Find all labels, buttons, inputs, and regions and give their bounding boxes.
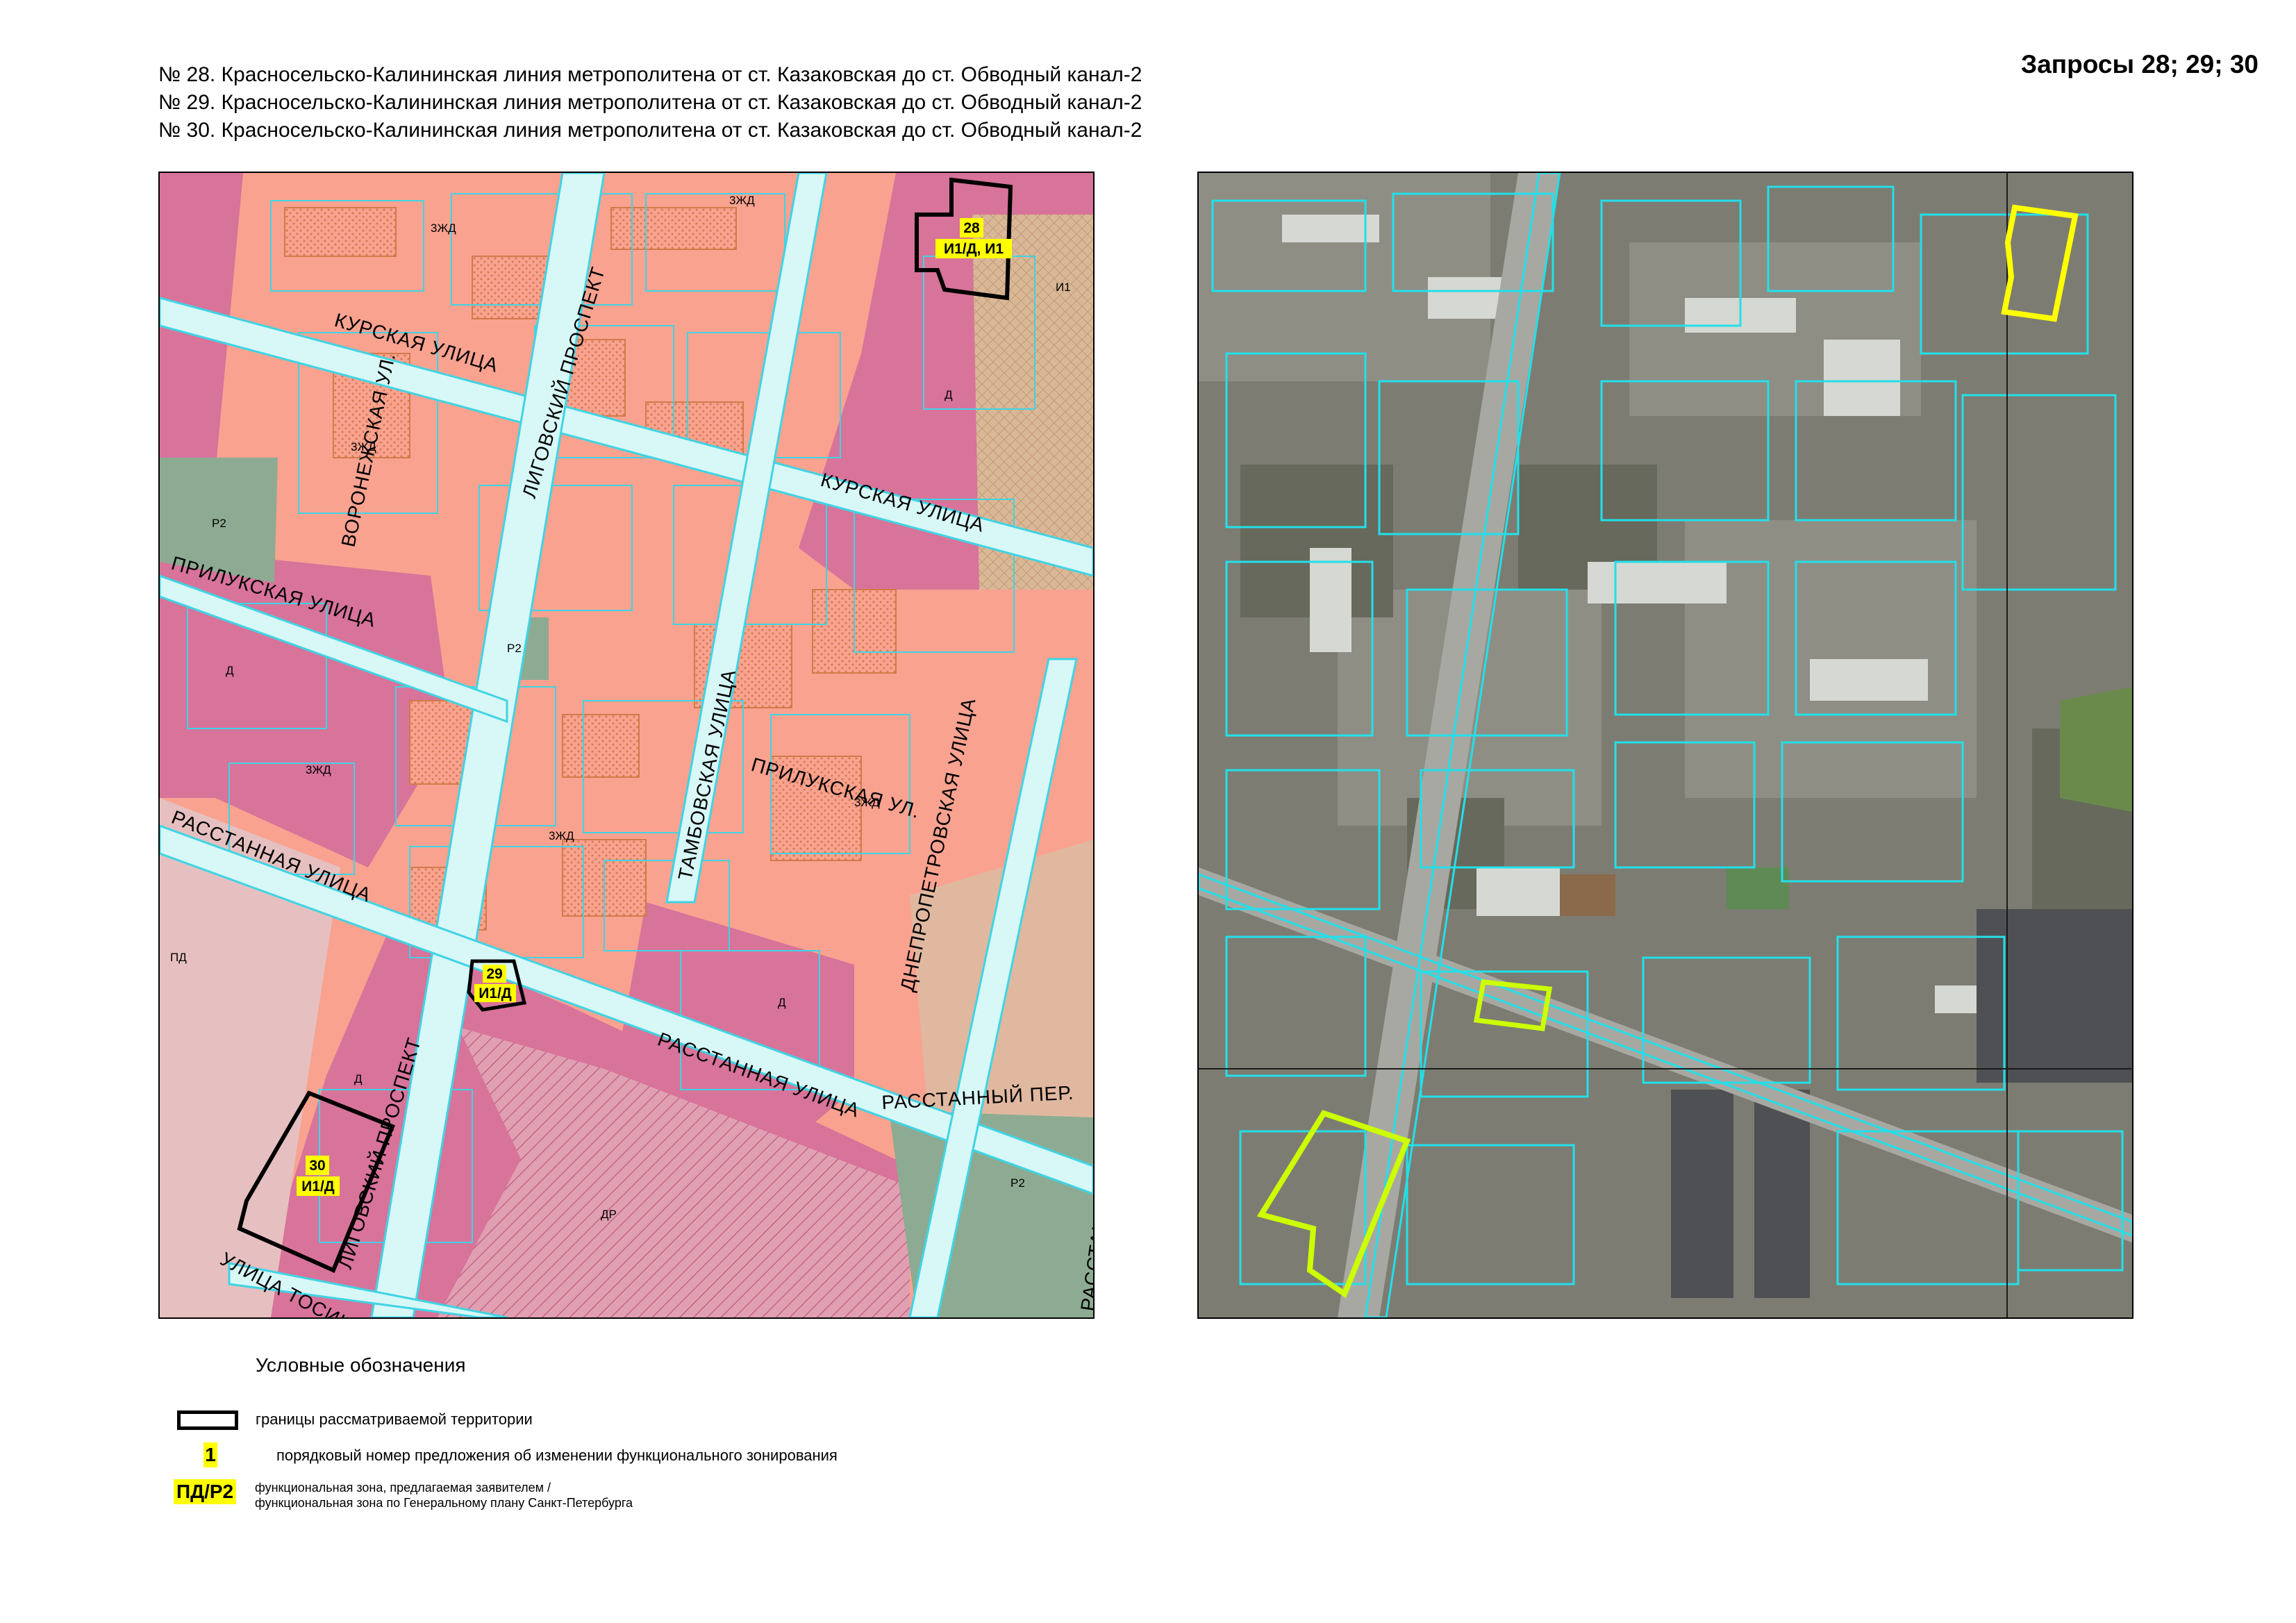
- zone-label-zzhd: 3ЖД: [854, 796, 880, 809]
- zone-label-zzhd: 3ЖД: [306, 763, 331, 776]
- svg-text:И1/Д: И1/Д: [301, 1179, 335, 1195]
- aerial-map[interactable]: [1197, 172, 2133, 1319]
- legend-zone-label-1: функциональная зона, предлагаемая заявит…: [255, 1481, 551, 1495]
- zone-label-r2: Р2: [1010, 1176, 1025, 1190]
- zone-label-d: Д: [945, 388, 953, 401]
- svg-text:И1/Д, И1: И1/Д, И1: [944, 241, 1004, 257]
- legend-boundary-swatch: [177, 1410, 238, 1430]
- zone-label-d: Д: [226, 664, 234, 677]
- svg-text:И1/Д: И1/Д: [479, 985, 512, 1001]
- zone-label-pd: ПД: [170, 951, 187, 964]
- legend-number-swatch: 1: [203, 1442, 217, 1467]
- legend-zone-swatch: ПД/Р2: [174, 1479, 237, 1504]
- legend-row-number: 1 порядковый номер предложения об измене…: [174, 1441, 1076, 1469]
- zoning-map[interactable]: КУРСКАЯ УЛИЦА КУРСКАЯ УЛИЦА ЛИГОВСКИЙ ПР…: [158, 172, 1095, 1319]
- legend-row-boundary: границы рассматриваемой территории: [174, 1406, 1076, 1434]
- svg-text:30: 30: [309, 1158, 325, 1174]
- svg-text:28: 28: [963, 220, 980, 236]
- zone-label-zzhd: 3ЖД: [431, 222, 456, 235]
- legend-title: Условные обозначения: [256, 1354, 466, 1376]
- legend-zone-label-2: функциональная зона по Генеральному план…: [255, 1496, 633, 1510]
- header-line-28: № 28. Красносельско-Калининская линия ме…: [158, 63, 1142, 86]
- zone-label-d: Д: [354, 1072, 363, 1085]
- header-line-29: № 29. Красносельско-Калининская линия ме…: [158, 91, 1142, 114]
- svg-text:29: 29: [486, 966, 502, 982]
- legend-boundary-label: границы рассматриваемой территории: [256, 1410, 533, 1428]
- zone-label-d: Д: [778, 996, 786, 1009]
- header-line-30: № 30. Красносельско-Калининская линия ме…: [158, 119, 1142, 142]
- zone-label-i1: И1: [1056, 281, 1071, 294]
- zone-label-r2: Р2: [212, 517, 226, 530]
- zone-label-zzhd: 3ЖД: [549, 829, 574, 842]
- zone-label-zzhd: 3ЖД: [351, 440, 376, 453]
- request-title: Запросы 28; 29; 30: [2021, 50, 2258, 78]
- zone-label-dr: ДР: [601, 1208, 617, 1221]
- legend-number-label: порядковый номер предложения об изменени…: [276, 1447, 838, 1464]
- zone-label-zzhd: 3ЖД: [729, 194, 755, 207]
- legend-row-zone: ПД/Р2 функциональная зона, предлагаемая …: [174, 1479, 1076, 1521]
- zone-label-r2: Р2: [507, 642, 522, 655]
- header-lines: № 28. Красносельско-Калининская линия ме…: [158, 61, 1142, 144]
